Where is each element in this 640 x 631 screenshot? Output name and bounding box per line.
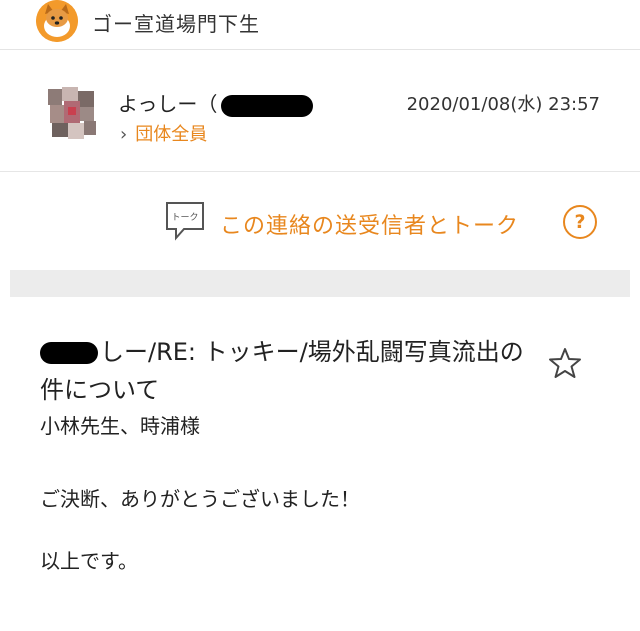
sender-name-text: よっしー（	[118, 92, 218, 116]
recipient-label: 団体全員	[135, 124, 208, 145]
talk-link[interactable]: この連絡の送受信者とトーク	[220, 208, 519, 240]
group-avatar-icon[interactable]	[36, 0, 78, 42]
body-line: 小林先生、時浦様	[40, 414, 200, 438]
sender-avatar[interactable]	[46, 85, 98, 141]
talk-row: トーク この連絡の送受信者とトーク ?	[0, 172, 640, 270]
recipient-link[interactable]: › 団体全員	[120, 120, 207, 146]
talk-bubble-icon[interactable]: トーク	[164, 200, 206, 242]
help-icon[interactable]: ?	[563, 205, 597, 239]
body-line: ご決断、ありがとうございました！	[40, 487, 360, 511]
group-name: ゴー宣道場門下生	[92, 12, 260, 36]
star-outline-icon[interactable]	[548, 346, 582, 380]
message-subject: しー/RE: トッキー/場外乱闘写真流出の件について	[40, 333, 540, 409]
sender-name: よっしー（	[118, 88, 314, 117]
section-divider	[10, 270, 630, 297]
message-subject-text: しー/RE: トッキー/場外乱闘写真流出の件について	[40, 338, 524, 404]
chevron-right-icon: ›	[120, 124, 128, 145]
redaction-bar	[40, 342, 98, 364]
message-datetime: 2020/01/08(水) 23:57	[406, 94, 600, 115]
app-header: ゴー宣道場門下生	[0, 0, 640, 50]
body-line: 以上です。	[40, 549, 138, 573]
sender-row: よっしー（ 2020/01/08(水) 23:57 › 団体全員	[0, 50, 640, 172]
talk-icon-label: トーク	[171, 212, 198, 223]
redaction-bar	[221, 94, 314, 117]
